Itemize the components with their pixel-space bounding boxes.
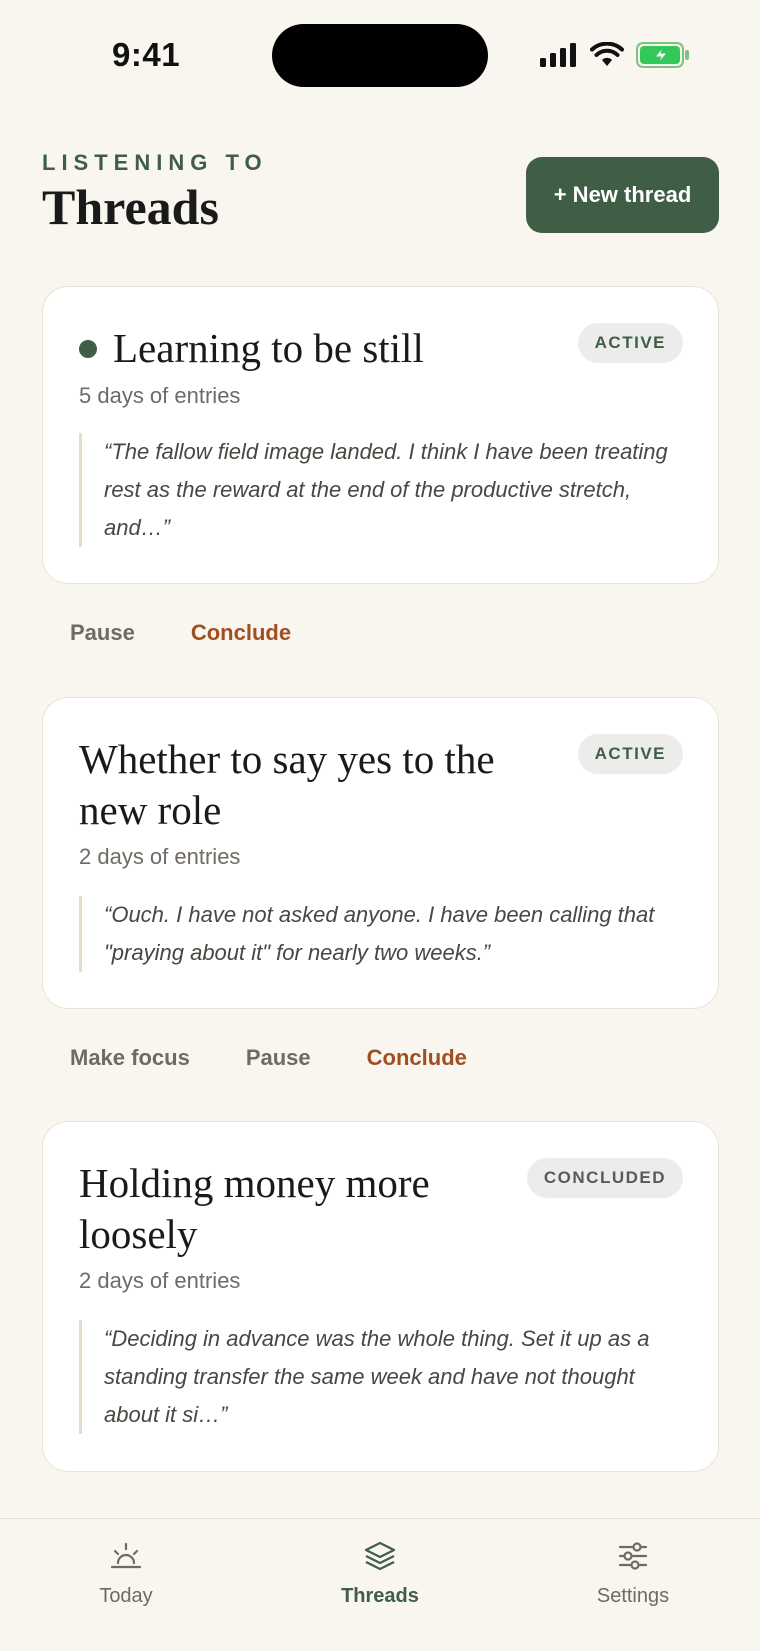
conclude-button[interactable]: Conclude: [367, 1045, 467, 1071]
thread-quote: “Deciding in advance was the whole thing…: [79, 1320, 682, 1434]
status-badge: ACTIVE: [577, 323, 683, 363]
thread-title-text: Learning to be still: [113, 325, 424, 371]
sliders-icon: [617, 1539, 649, 1573]
layers-icon: [363, 1539, 397, 1573]
tab-label: Settings: [596, 1585, 670, 1607]
tab-settings[interactable]: Settings: [553, 1519, 713, 1619]
signal-icon: [540, 43, 576, 67]
tab-today[interactable]: Today: [46, 1519, 206, 1619]
page-title: Threads: [42, 179, 219, 235]
pause-button[interactable]: Pause: [70, 620, 135, 646]
header-kicker: LISTENING TO: [42, 150, 268, 175]
sunrise-icon: [109, 1539, 143, 1573]
thread-card[interactable]: Whether to say yes to the new role ACTIV…: [42, 697, 719, 1009]
thread-meta: 2 days of entries: [79, 1268, 241, 1293]
tab-threads[interactable]: Threads: [300, 1519, 460, 1619]
make-focus-button[interactable]: Make focus: [70, 1045, 190, 1071]
focus-dot-icon: [79, 339, 97, 358]
thread-title: Holding money more loosely: [79, 1160, 430, 1257]
new-thread-button[interactable]: + New thread: [526, 157, 719, 233]
thread-actions: Make focus Pause Conclude: [70, 1045, 467, 1071]
battery-charging-icon: [636, 42, 689, 68]
tab-label: Threads: [341, 1585, 419, 1607]
thread-title: Whether to say yes to the new role: [79, 736, 495, 833]
tab-label: Today: [99, 1585, 153, 1607]
status-bar: 9:41: [0, 0, 760, 110]
status-icons: [540, 40, 690, 70]
thread-card[interactable]: Holding money more loosely CONCLUDED 2 d…: [42, 1121, 719, 1472]
thread-meta: 5 days of entries: [79, 383, 241, 408]
thread-quote: “The fallow field image landed. I think …: [79, 433, 682, 547]
dynamic-island: [272, 24, 488, 87]
status-time: 9:41: [112, 36, 181, 73]
wifi-icon: [590, 42, 624, 66]
thread-actions: Pause Conclude: [70, 620, 291, 646]
thread-meta: 2 days of entries: [79, 844, 241, 869]
conclude-button[interactable]: Conclude: [191, 620, 291, 646]
thread-title: Learning to be still: [79, 323, 424, 374]
status-badge: CONCLUDED: [526, 1158, 683, 1198]
thread-card[interactable]: Learning to be still ACTIVE 5 days of en…: [42, 286, 719, 584]
thread-quote: “Ouch. I have not asked anyone. I have b…: [79, 896, 682, 972]
tab-bar: Today Threads Settings: [0, 1518, 760, 1651]
pause-button[interactable]: Pause: [246, 1045, 311, 1071]
status-badge: ACTIVE: [577, 734, 683, 774]
